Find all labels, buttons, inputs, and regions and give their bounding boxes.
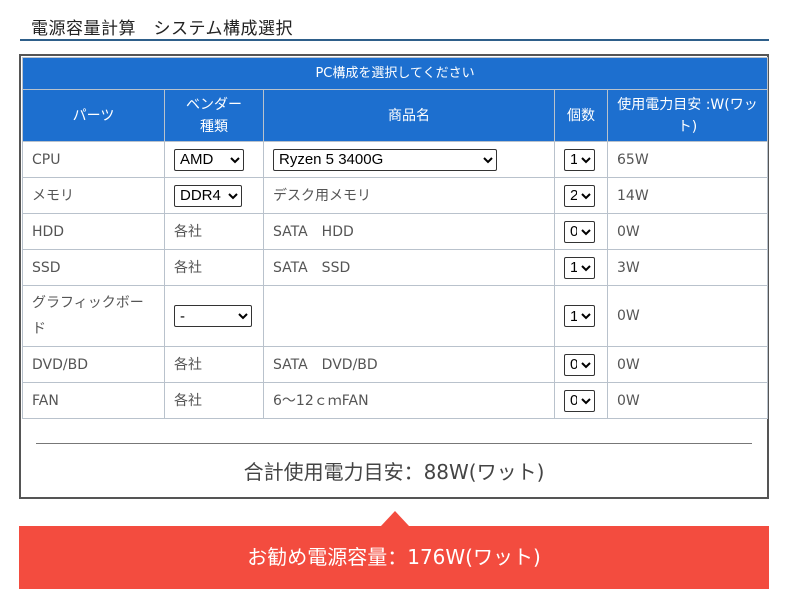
part-name: メモリ xyxy=(22,177,165,214)
count-cell: 0 xyxy=(554,213,608,250)
table-row-hdd: HDD 各社 SATA HDD 0 0W xyxy=(22,213,769,250)
table-caption: PC構成を選択してください xyxy=(21,57,769,90)
cpu-count-select[interactable]: 1 xyxy=(564,148,595,171)
vendor-name: 各社 xyxy=(164,382,264,419)
memory-count-select[interactable]: 2 xyxy=(564,184,595,207)
part-name: HDD xyxy=(22,213,165,250)
table-row-cpu: CPU AMD Ryzen 5 3400G 1 65W xyxy=(22,141,769,178)
vendor-name: 各社 xyxy=(164,213,264,250)
power-value: 0W xyxy=(606,285,769,347)
dvd-count-select[interactable]: 0 xyxy=(564,353,595,376)
product-name: SATA DVD/BD xyxy=(263,346,555,383)
graphics-count-select[interactable]: 1 xyxy=(564,305,595,327)
table-row-memory: メモリ DDR4 デスク用メモリ 2 14W xyxy=(22,177,769,214)
product-name: デスク用メモリ xyxy=(263,177,555,214)
power-value: 0W xyxy=(606,346,769,383)
column-header-vendor: ベンダー 種類 xyxy=(164,89,264,142)
arrow-up-icon xyxy=(381,511,409,526)
memory-type-select[interactable]: DDR4 xyxy=(174,184,242,207)
vendor-name: 各社 xyxy=(164,346,264,383)
count-cell: 1 xyxy=(554,249,608,286)
table-row-ssd: SSD 各社 SATA SSD 1 3W xyxy=(22,249,769,286)
total-power-estimate: 合計使用電力目安：88W(ワット) xyxy=(243,460,545,484)
hdd-count-select[interactable]: 0 xyxy=(564,220,595,243)
page-heading: 電源容量計算 システム構成選択 xyxy=(20,0,769,41)
vendor-name: 各社 xyxy=(164,249,264,286)
part-name: FAN xyxy=(22,382,165,419)
column-header-vendor-line1: ベンダー xyxy=(186,96,242,113)
ssd-count-select[interactable]: 1 xyxy=(564,256,595,279)
fan-count-select[interactable]: 0 xyxy=(564,389,595,412)
table-row-fan: FAN 各社 6～12ｃｍFAN 0 0W xyxy=(22,382,769,419)
count-cell: 1 xyxy=(554,285,608,347)
power-value: 0W xyxy=(606,213,769,250)
power-value: 0W xyxy=(606,382,769,419)
power-value: 3W xyxy=(606,249,769,286)
product-name xyxy=(263,285,555,347)
column-header-vendor-line2: 種類 xyxy=(200,118,228,135)
part-name: DVD/BD xyxy=(22,346,165,383)
column-header-product: 商品名 xyxy=(263,89,555,142)
product-name: SATA HDD xyxy=(263,213,555,250)
page-title: 電源容量計算 システム構成選択 xyxy=(31,19,293,39)
power-value: 65W xyxy=(606,141,769,178)
graphics-vendor-select[interactable]: - xyxy=(174,305,252,327)
part-name: SSD xyxy=(22,249,165,286)
count-cell: 1 xyxy=(554,141,608,178)
column-header-count: 個数 xyxy=(554,89,608,142)
cpu-vendor-select[interactable]: AMD xyxy=(174,148,244,171)
table-row-dvd-bd: DVD/BD 各社 SATA DVD/BD 0 0W xyxy=(22,346,769,383)
count-cell: 0 xyxy=(554,346,608,383)
power-value: 14W xyxy=(606,177,769,214)
part-name: グラフィックボード xyxy=(22,285,165,347)
table-row-graphics-board: グラフィックボード - 1 0W xyxy=(22,285,769,347)
vendor-cell: DDR4 xyxy=(164,177,264,214)
configuration-table: PC構成を選択してください パーツ ベンダー種類 商品名 個数 使用電力目安 :… xyxy=(21,57,769,419)
power-calculator-panel: PC構成を選択してください パーツ ベンダー種類 商品名 個数 使用電力目安 :… xyxy=(19,54,769,499)
product-cell: Ryzen 5 3400G xyxy=(263,141,555,178)
product-name: 6～12ｃｍFAN xyxy=(263,382,555,419)
vendor-cell: - xyxy=(164,285,264,347)
column-header-power: 使用電力目安 :W(ワット) xyxy=(606,89,769,142)
total-divider xyxy=(36,443,752,444)
part-name: CPU xyxy=(22,141,165,178)
vendor-cell: AMD xyxy=(164,141,264,178)
cpu-product-select[interactable]: Ryzen 5 3400G xyxy=(273,148,497,171)
product-name: SATA SSD xyxy=(263,249,555,286)
count-cell: 2 xyxy=(554,177,608,214)
column-header-parts: パーツ xyxy=(22,89,165,142)
count-cell: 0 xyxy=(554,382,608,419)
recommended-capacity-banner: お勧め電源容量：176W(ワット) xyxy=(19,526,769,589)
